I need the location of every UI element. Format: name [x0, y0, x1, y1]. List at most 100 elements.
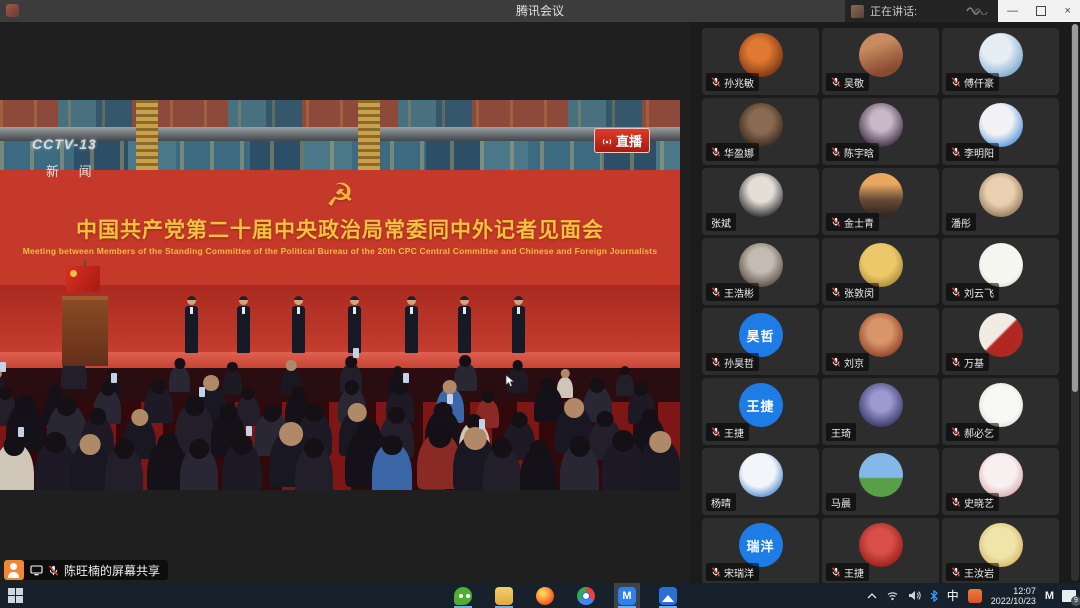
- participant-tile[interactable]: 孙兆敏: [702, 28, 819, 95]
- participant-name-chip: 吴敬: [826, 73, 869, 91]
- participant-tile[interactable]: 华盈娜: [702, 98, 819, 165]
- taskbar-firefox[interactable]: [532, 583, 558, 608]
- participant-tile[interactable]: 杨晴: [702, 448, 819, 515]
- participant-name: 王汝岩: [964, 565, 994, 580]
- participant-tile[interactable]: 王汝岩: [942, 518, 1059, 585]
- taskbar-wechat[interactable]: [450, 583, 476, 608]
- participant-name-chip: 华盈娜: [706, 143, 759, 161]
- participant-tile[interactable]: 刘云飞: [942, 238, 1059, 305]
- audience-figure: [144, 387, 173, 423]
- participant-name: 王浩彬: [724, 285, 754, 300]
- volume-icon[interactable]: [908, 590, 921, 601]
- participant-name: 张斌: [711, 215, 731, 230]
- muted-mic-icon: [711, 287, 721, 297]
- participant-avatar: [859, 383, 903, 427]
- participant-tile[interactable]: 潘彤: [942, 168, 1059, 235]
- live-badge-label: 直播: [616, 131, 642, 150]
- participant-name-chip: 陈宇晗: [826, 143, 879, 161]
- muted-mic-icon: [831, 567, 841, 577]
- participant-tile[interactable]: 王琦: [822, 378, 939, 445]
- muted-mic-icon: [831, 147, 841, 157]
- scrollbar[interactable]: [1071, 24, 1079, 581]
- participant-avatar: [979, 383, 1023, 427]
- audience-figure: [169, 366, 191, 393]
- participant-name-chip: 李明阳: [946, 143, 999, 161]
- action-center-icon[interactable]: 9: [1062, 590, 1076, 602]
- participants-panel: 孙兆敏吴敬 傅仟豪华盈娜 陈宇晗 李明阳张斌 金士青 潘彤王浩彬 张敦闵 刘云飞昊哲孙昊哲刘京…: [690, 22, 1080, 583]
- participant-name-chip: 金士青: [826, 213, 879, 231]
- participant-name-chip: 张斌: [706, 213, 736, 231]
- scrollbar-thumb[interactable]: [1072, 24, 1078, 392]
- participant-name: 李明阳: [964, 145, 994, 160]
- participant-avatar: [979, 243, 1023, 287]
- muted-mic-icon: [831, 217, 841, 227]
- start-button[interactable]: [8, 588, 23, 603]
- participant-name: 万基: [964, 355, 984, 370]
- muted-mic-icon: [711, 147, 721, 157]
- participant-name: 张敦闵: [844, 285, 874, 300]
- shared-video-frame: CCTV-13 新 闻 直播 ☭ 中国共产党第二十届中央政治局常委同中外记者见面…: [0, 100, 680, 490]
- audience-figure: [223, 370, 243, 395]
- participant-name-chip: 刘云飞: [946, 283, 999, 301]
- participant-tile[interactable]: 马晨: [822, 448, 939, 515]
- channel-watermark: CCTV-13 新 闻: [32, 136, 100, 180]
- participant-tile[interactable]: 傅仟豪: [942, 28, 1059, 95]
- taskbar-file-explorer[interactable]: [491, 583, 517, 608]
- ime-indicator[interactable]: 中: [947, 587, 959, 604]
- participant-tile[interactable]: 王浩彬: [702, 238, 819, 305]
- hidden-icons-chevron[interactable]: [867, 593, 877, 599]
- audience-figure: [639, 439, 680, 490]
- participant-tile[interactable]: 瑞洋宋瑞洋: [702, 518, 819, 585]
- taskbar-photos[interactable]: [655, 583, 681, 608]
- participant-tile[interactable]: 张斌: [702, 168, 819, 235]
- taskbar-tencent-meeting[interactable]: M: [614, 583, 640, 608]
- close-button[interactable]: ×: [1064, 0, 1070, 22]
- participant-tile[interactable]: 王捷: [822, 518, 939, 585]
- participant-tile[interactable]: 张敦闵: [822, 238, 939, 305]
- participant-avatar: [859, 243, 903, 287]
- stage-figure: [512, 296, 525, 354]
- participant-tile[interactable]: 昊哲孙昊哲: [702, 308, 819, 375]
- participant-avatar: [739, 103, 783, 147]
- party-flag: [66, 266, 100, 292]
- presenter-share-chip: 陈旺楠的屏幕共享: [4, 560, 168, 580]
- participant-avatar: 王捷: [739, 383, 783, 427]
- participant-name-chip: 王汝岩: [946, 563, 999, 581]
- wps-icon[interactable]: [968, 589, 982, 603]
- participant-avatar: [859, 103, 903, 147]
- participant-avatar: 瑞洋: [739, 523, 783, 567]
- banner-title-en: Meeting between Members of the Standing …: [0, 246, 680, 256]
- participant-name-chip: 万基: [946, 353, 989, 371]
- cctv-logo: CCTV-13: [32, 136, 100, 152]
- participant-tile[interactable]: 史晓艺: [942, 448, 1059, 515]
- muted-mic-icon: [48, 565, 59, 576]
- screen-share-panel[interactable]: CCTV-13 新 闻 直播 ☭ 中国共产党第二十届中央政治局常委同中外记者见面…: [0, 22, 690, 583]
- title-bar: 腾讯会议 正在讲话: — ×: [0, 0, 1080, 22]
- participant-tile[interactable]: 金士青: [822, 168, 939, 235]
- participant-tile[interactable]: 吴敬: [822, 28, 939, 95]
- taskbar-chrome[interactable]: [573, 583, 599, 608]
- participant-tile[interactable]: 刘京: [822, 308, 939, 375]
- presenter-avatar-icon: [4, 560, 24, 580]
- audience-figure: [222, 442, 262, 490]
- participant-tile[interactable]: 王捷王捷: [702, 378, 819, 445]
- muted-mic-icon: [951, 567, 961, 577]
- participant-tile[interactable]: 万基: [942, 308, 1059, 375]
- audience-figure: [560, 444, 599, 490]
- network-icon[interactable]: [886, 590, 899, 601]
- participant-avatar: [979, 103, 1023, 147]
- participant-tile[interactable]: 郝必乞: [942, 378, 1059, 445]
- minimize-button[interactable]: —: [1007, 0, 1018, 22]
- participant-avatar: [979, 313, 1023, 357]
- bluetooth-icon[interactable]: [930, 590, 938, 602]
- taskbar: M 中 12:07 2022/10/23 M 9: [0, 583, 1080, 608]
- participant-tile[interactable]: 李明阳: [942, 98, 1059, 165]
- participant-name: 杨晴: [711, 495, 731, 510]
- participant-name: 马晨: [831, 495, 851, 510]
- taskbar-clock[interactable]: 12:07 2022/10/23: [991, 586, 1036, 606]
- muted-mic-icon: [831, 77, 841, 87]
- maximize-button[interactable]: [1036, 6, 1046, 16]
- participant-tile[interactable]: 陈宇晗: [822, 98, 939, 165]
- muted-mic-icon: [711, 77, 721, 87]
- m-app-icon[interactable]: M: [1045, 590, 1053, 602]
